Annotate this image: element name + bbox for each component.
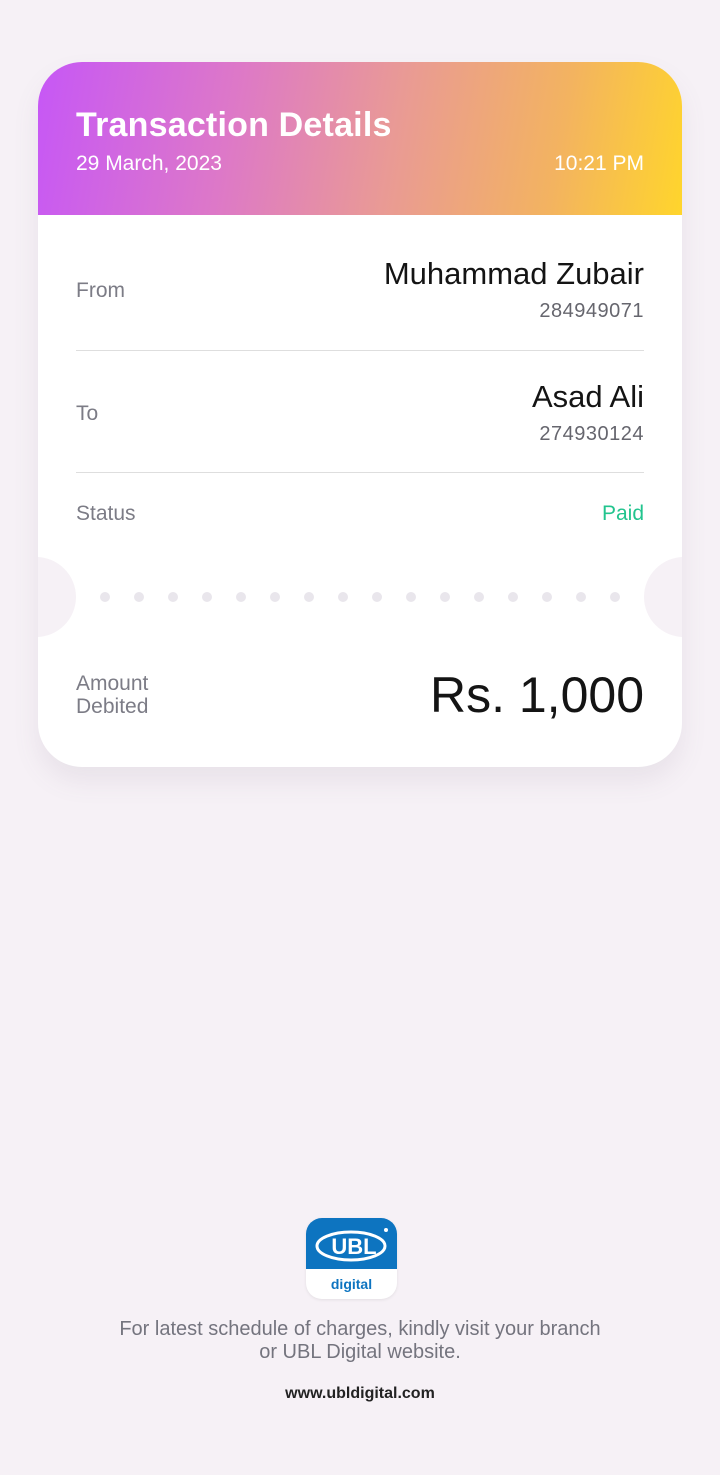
ticket-notch-right bbox=[644, 557, 682, 637]
status-badge: Paid bbox=[601, 502, 644, 525]
perforation-dot bbox=[440, 592, 450, 602]
amount-label-line2: Debited bbox=[76, 695, 149, 718]
ubl-digital-logo: UBL digital bbox=[306, 1218, 397, 1299]
perforation-dot bbox=[202, 592, 212, 602]
recipient-name: Asad Ali bbox=[531, 379, 644, 414]
amount-label: Amount Debited bbox=[76, 672, 148, 718]
logo-subtext: digital bbox=[330, 1276, 373, 1292]
perforation-dot bbox=[168, 592, 178, 602]
perforation-dot bbox=[474, 592, 484, 602]
website-link[interactable]: www.ubldigital.com bbox=[160, 1385, 560, 1403]
perforation-dot bbox=[236, 592, 246, 602]
to-label: To bbox=[76, 402, 99, 425]
perforation-line bbox=[100, 592, 620, 602]
receipt-header: Transaction Details 29 March, 2023 10:21… bbox=[38, 62, 682, 215]
perforation-dot bbox=[270, 592, 280, 602]
transaction-time: 10:21 PM bbox=[554, 152, 644, 175]
from-label: From bbox=[76, 279, 125, 302]
perforation-dot bbox=[372, 592, 382, 602]
perforation-dot bbox=[338, 592, 348, 602]
amount-label-line1: Amount bbox=[76, 672, 149, 695]
transaction-receipt-card: Transaction Details 29 March, 2023 10:21… bbox=[38, 62, 682, 767]
ubl-logo-icon: UBL bbox=[315, 1228, 388, 1262]
status-label: Status bbox=[76, 502, 136, 525]
perforation-dot bbox=[610, 592, 620, 602]
perforation-dot bbox=[406, 592, 416, 602]
charges-notice: For latest schedule of charges, kindly v… bbox=[60, 1318, 660, 1364]
recipient-account-number: 274930124 bbox=[539, 423, 644, 445]
ticket-notch-left bbox=[38, 557, 76, 637]
logo-banner: UBL bbox=[306, 1218, 397, 1269]
perforation-dot bbox=[304, 592, 314, 602]
perforation-dot bbox=[508, 592, 518, 602]
perforation-dot bbox=[100, 592, 110, 602]
page-title: Transaction Details bbox=[76, 106, 392, 144]
charges-notice-line1: For latest schedule of charges, kindly v… bbox=[119, 1318, 601, 1340]
logo-text: UBL bbox=[331, 1234, 376, 1259]
divider bbox=[76, 472, 644, 473]
sender-account-number: 284949071 bbox=[539, 300, 644, 322]
charges-notice-line2: or UBL Digital website. bbox=[259, 1341, 461, 1363]
divider bbox=[76, 350, 644, 351]
transaction-date: 29 March, 2023 bbox=[76, 152, 222, 175]
sender-name: Muhammad Zubair bbox=[383, 256, 644, 291]
perforation-dot bbox=[134, 592, 144, 602]
perforation-dot bbox=[542, 592, 552, 602]
amount-value: Rs. 1,000 bbox=[429, 667, 644, 723]
perforation-dot bbox=[576, 592, 586, 602]
